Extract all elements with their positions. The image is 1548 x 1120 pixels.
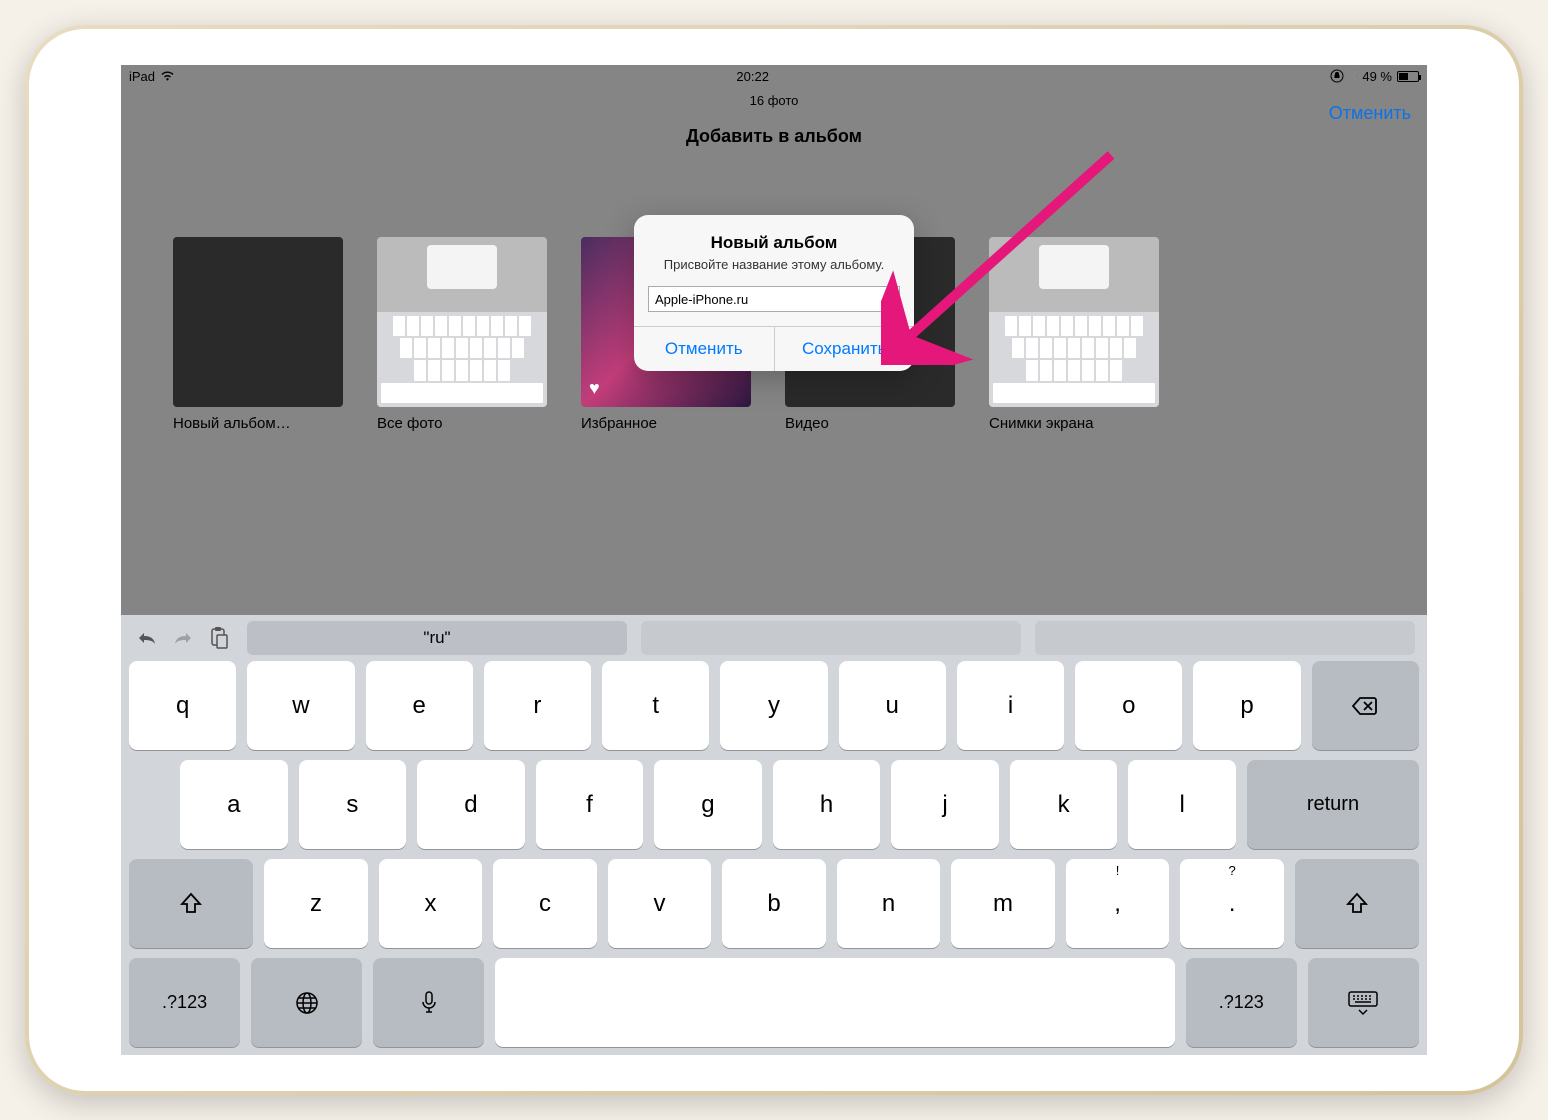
key-v[interactable]: v [608, 859, 712, 948]
key-u[interactable]: u [839, 661, 946, 750]
key-p[interactable]: p [1193, 661, 1300, 750]
wifi-icon [160, 70, 175, 82]
space-key[interactable] [495, 958, 1174, 1047]
album-name-input[interactable] [648, 286, 900, 312]
status-time: 20:22 [736, 69, 769, 84]
status-bar: iPad 20:22 49 % [121, 65, 1427, 87]
key-g[interactable]: g [654, 760, 762, 849]
key-c[interactable]: c [493, 859, 597, 948]
hide-keyboard-key[interactable] [1308, 958, 1419, 1047]
key-h[interactable]: h [773, 760, 881, 849]
key-period[interactable]: ?. [1180, 859, 1284, 948]
return-key[interactable]: return [1247, 760, 1419, 849]
key-d[interactable]: d [417, 760, 525, 849]
alert-message: Присвойте название этому альбому. [648, 257, 900, 272]
key-f[interactable]: f [536, 760, 644, 849]
key-x[interactable]: x [379, 859, 483, 948]
album-item-screenshots[interactable]: Снимки экрана [989, 237, 1159, 432]
key-n[interactable]: n [837, 859, 941, 948]
backspace-key[interactable] [1312, 661, 1419, 750]
key-o[interactable]: o [1075, 661, 1182, 750]
key-k[interactable]: k [1010, 760, 1118, 849]
numeric-key[interactable]: .?123 [129, 958, 240, 1047]
key-y[interactable]: y [720, 661, 827, 750]
key-e[interactable]: e [366, 661, 473, 750]
paste-button[interactable] [205, 624, 233, 652]
numeric-key[interactable]: .?123 [1186, 958, 1297, 1047]
key-j[interactable]: j [891, 760, 999, 849]
bluetooth-icon [1349, 69, 1357, 83]
key-a[interactable]: a [180, 760, 288, 849]
ipad-device-frame: iPad 20:22 49 % 16 фото Добавить в альбо… [25, 25, 1523, 1095]
globe-key[interactable] [251, 958, 362, 1047]
key-q[interactable]: q [129, 661, 236, 750]
key-l[interactable]: l [1128, 760, 1236, 849]
alert-title: Новый альбом [648, 233, 900, 253]
new-album-alert: Новый альбом Присвойте название этому ал… [634, 215, 914, 371]
orientation-lock-icon [1330, 69, 1344, 83]
album-item-all[interactable]: Все фото [377, 237, 547, 432]
key-r[interactable]: r [484, 661, 591, 750]
photo-count: 16 фото [121, 93, 1427, 108]
alert-save-button[interactable]: Сохранить [775, 327, 915, 371]
screen: iPad 20:22 49 % 16 фото Добавить в альбо… [121, 65, 1427, 1055]
shift-key[interactable] [1295, 859, 1419, 948]
album-item-new[interactable]: Новый альбом… [173, 237, 343, 432]
redo-button[interactable] [169, 624, 197, 652]
key-s[interactable]: s [299, 760, 407, 849]
key-m[interactable]: m [951, 859, 1055, 948]
undo-button[interactable] [133, 624, 161, 652]
keyboard-suggestion[interactable]: "ru" [247, 621, 627, 655]
key-i[interactable]: i [957, 661, 1064, 750]
battery-icon [1397, 71, 1419, 82]
key-w[interactable]: w [247, 661, 354, 750]
key-comma[interactable]: !, [1066, 859, 1170, 948]
keyboard-suggestion-empty[interactable] [641, 621, 1021, 655]
shift-key[interactable] [129, 859, 253, 948]
alert-cancel-button[interactable]: Отменить [634, 327, 775, 371]
cancel-button[interactable]: Отменить [1329, 103, 1411, 124]
device-label: iPad [129, 69, 155, 84]
battery-percentage: 49 % [1362, 69, 1392, 84]
key-z[interactable]: z [264, 859, 368, 948]
keyboard-suggestion-empty[interactable] [1035, 621, 1415, 655]
dictation-key[interactable] [373, 958, 484, 1047]
heart-icon: ♥ [589, 378, 600, 399]
key-t[interactable]: t [602, 661, 709, 750]
page-title: Добавить в альбом [121, 126, 1427, 147]
key-b[interactable]: b [722, 859, 826, 948]
onscreen-keyboard: "ru" qwertyuiop asdfghjklreturn zxcvbnm!… [121, 615, 1427, 1055]
